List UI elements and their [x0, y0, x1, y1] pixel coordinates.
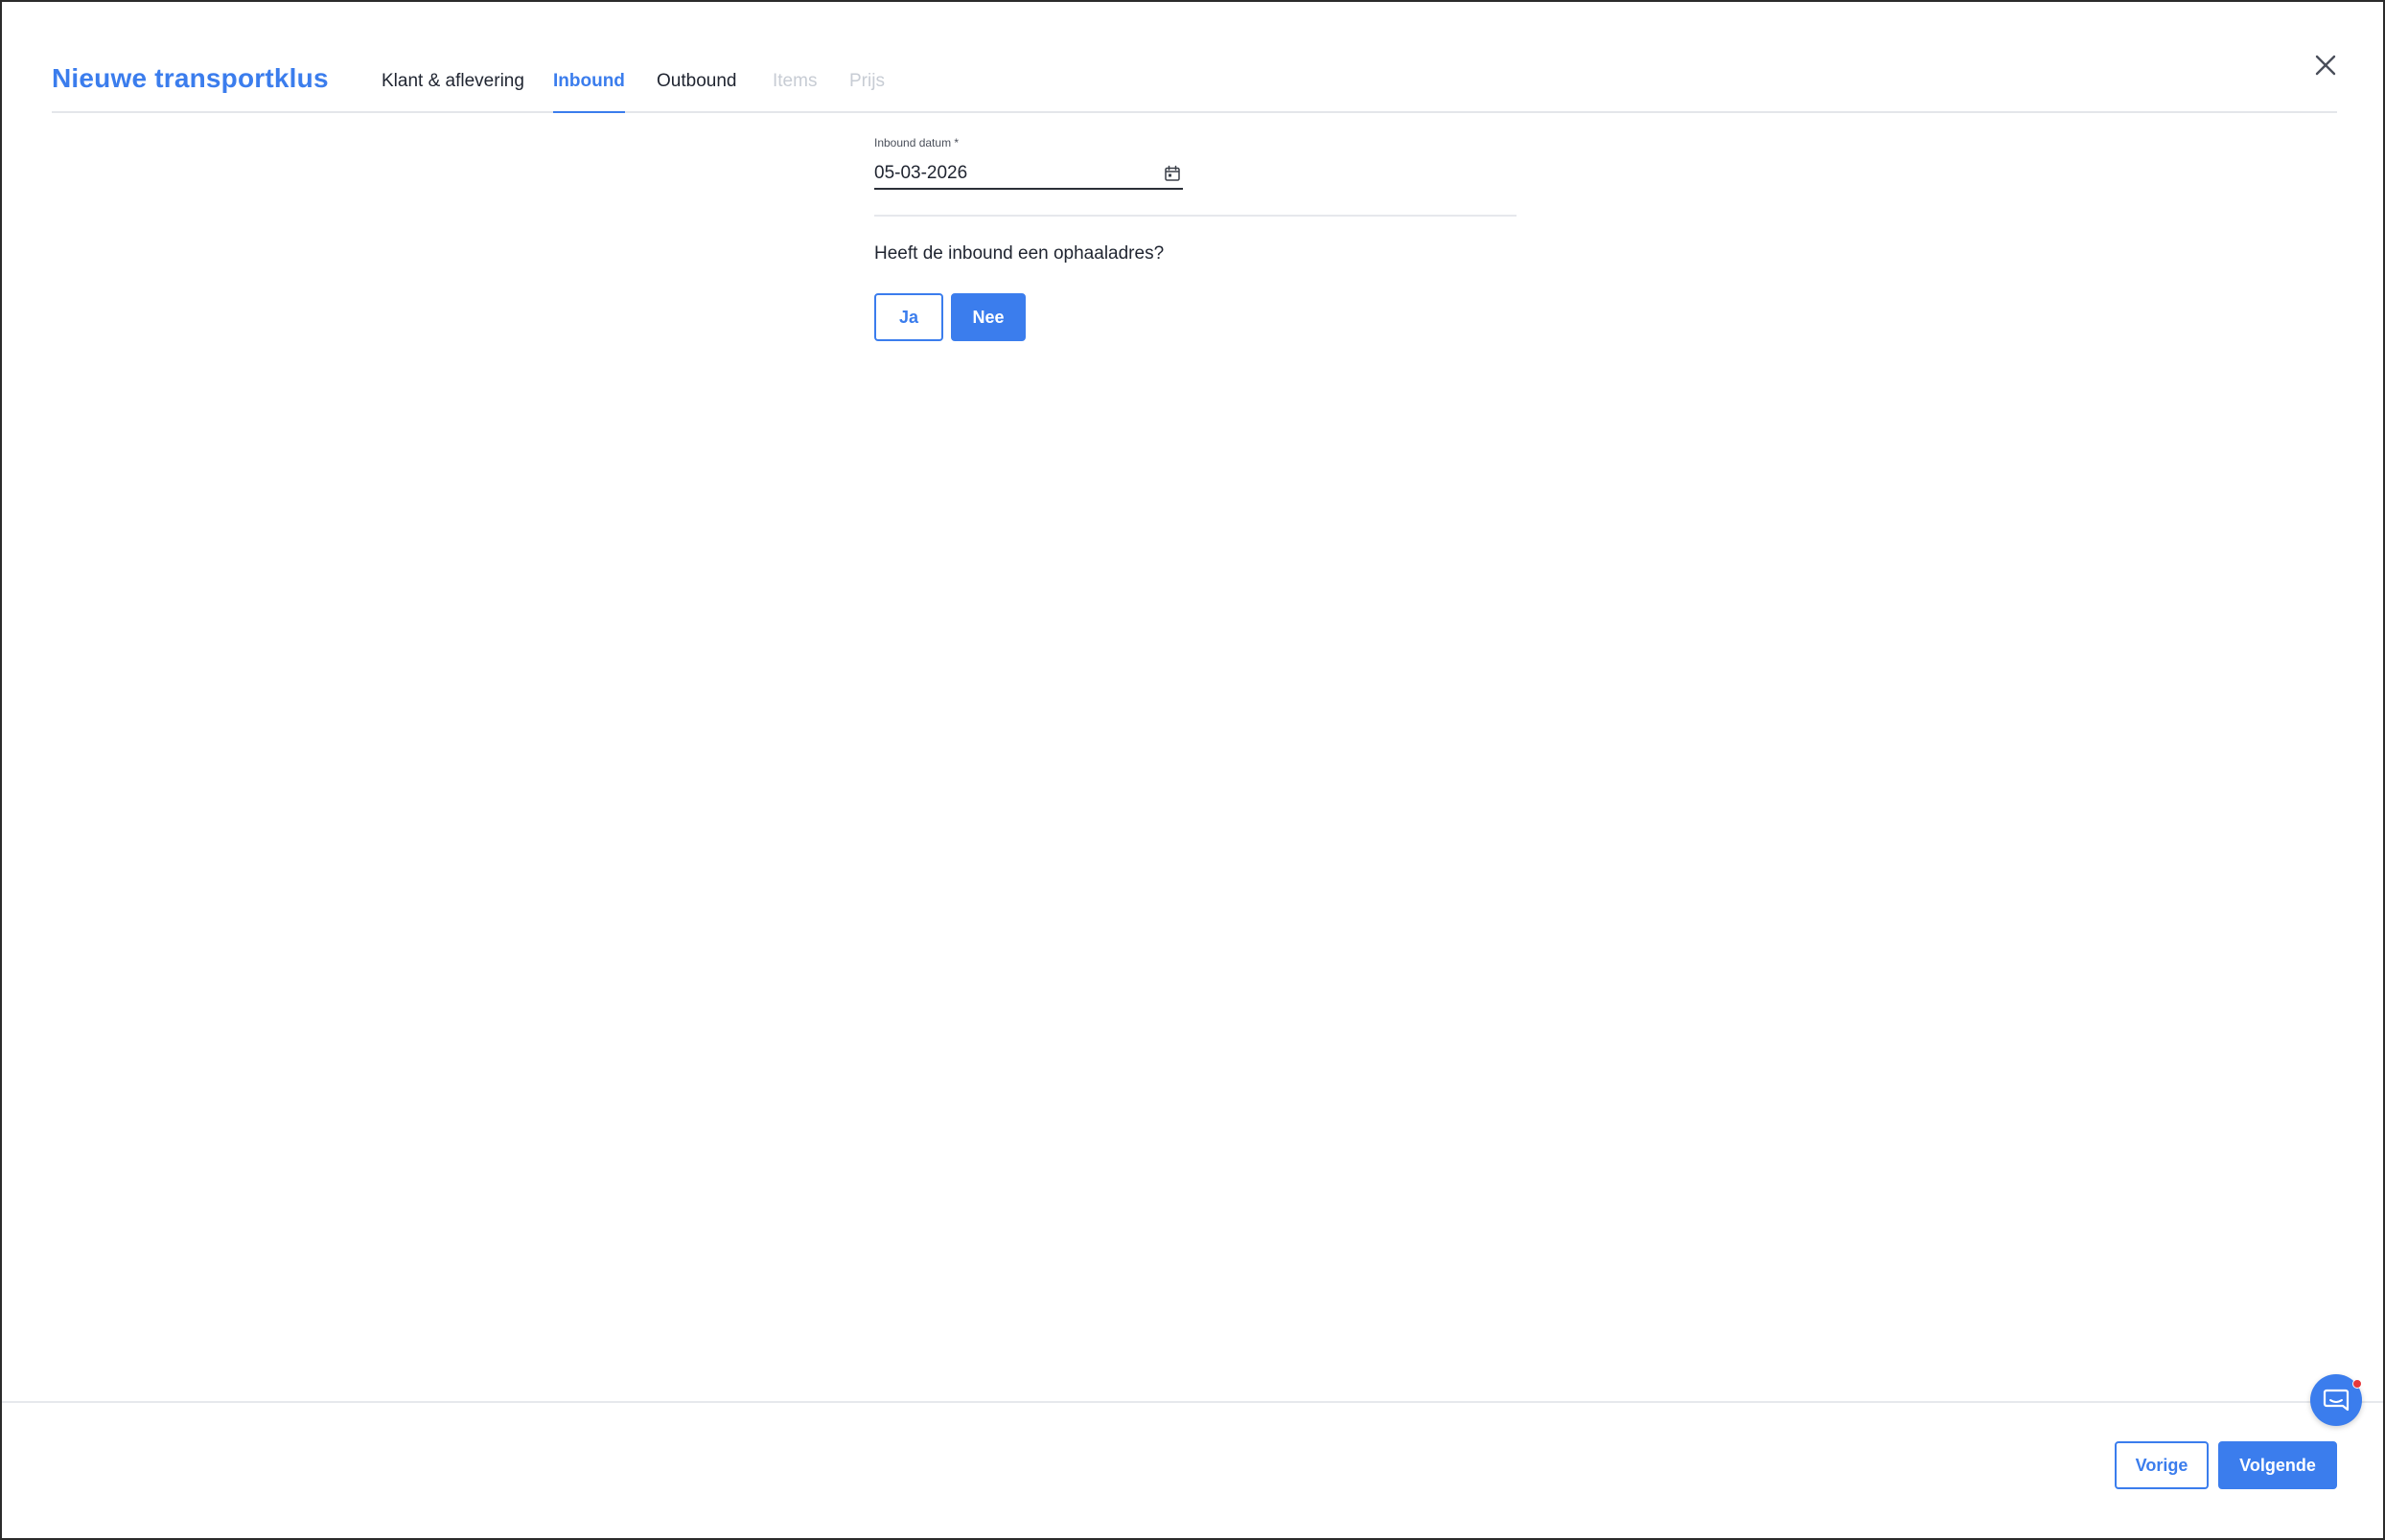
- previous-button[interactable]: Vorige: [2115, 1441, 2209, 1489]
- pickup-address-question: Heeft de inbound een ophaaladres?: [874, 243, 1165, 264]
- notification-badge: [2352, 1379, 2362, 1389]
- inbound-date-label: Inbound datum *: [874, 136, 960, 149]
- footer-divider: [2, 1401, 2383, 1403]
- yes-button[interactable]: Ja: [874, 293, 943, 341]
- modal-header: Nieuwe transportklus Klant & aflevering …: [52, 2, 2337, 113]
- tab-klant-aflevering[interactable]: Klant & aflevering: [382, 71, 524, 92]
- inbound-date-input[interactable]: [874, 159, 1183, 190]
- tab-prijs: Prijs: [849, 71, 885, 91]
- form-divider: [874, 215, 1517, 217]
- modal-window: Nieuwe transportklus Klant & aflevering …: [0, 0, 2385, 1540]
- next-button[interactable]: Volgende: [2218, 1441, 2337, 1489]
- no-button[interactable]: Nee: [951, 293, 1026, 341]
- inbound-date-field: Inbound datum *: [874, 136, 1183, 190]
- calendar-icon[interactable]: [1164, 165, 1181, 182]
- tab-inbound[interactable]: Inbound: [553, 71, 625, 113]
- close-icon[interactable]: [2312, 52, 2339, 79]
- page-title: Nieuwe transportklus: [52, 63, 329, 93]
- tab-items: Items: [773, 71, 818, 91]
- tab-outbound[interactable]: Outbound: [657, 71, 736, 92]
